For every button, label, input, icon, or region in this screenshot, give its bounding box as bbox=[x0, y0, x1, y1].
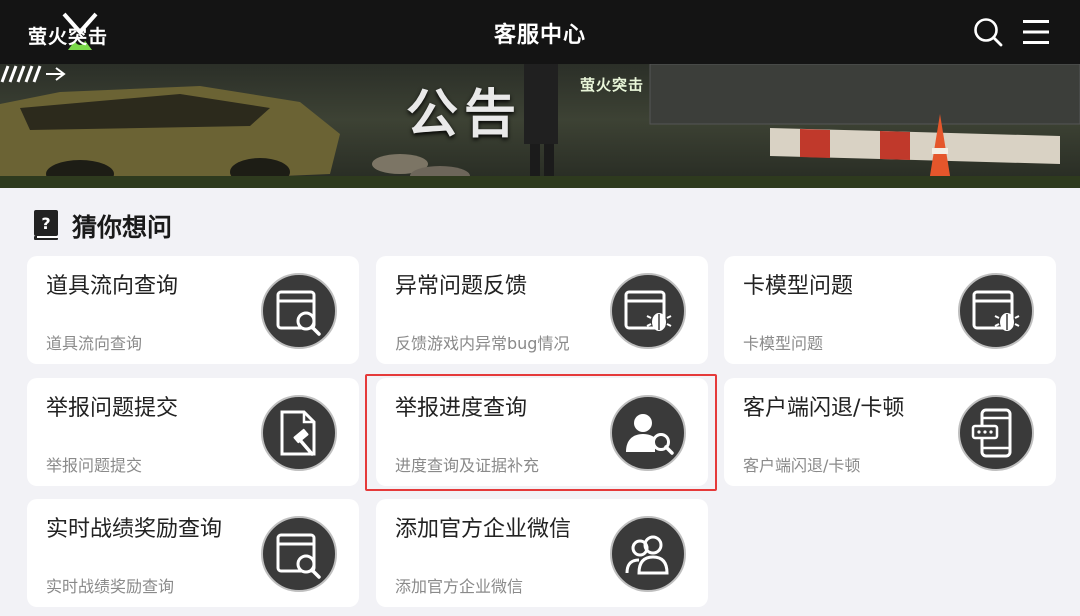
phone-icon bbox=[958, 395, 1034, 471]
user-search-icon bbox=[610, 395, 686, 471]
card-item-client-crash[interactable]: 客户端闪退/卡顿 客户端闪退/卡顿 bbox=[724, 378, 1056, 486]
card-title: 卡模型问题 bbox=[743, 274, 854, 299]
search-icon[interactable] bbox=[972, 16, 1004, 48]
announcement-banner[interactable]: 公告 萤火突击 bbox=[0, 64, 1080, 188]
menu-icon[interactable] bbox=[1021, 18, 1051, 46]
users-icon bbox=[610, 516, 686, 592]
card-desc: 卡模型问题 bbox=[743, 334, 824, 353]
card-item-stuck-model[interactable]: 卡模型问题 卡模型问题 bbox=[724, 256, 1056, 364]
banner-scenery bbox=[0, 64, 1080, 188]
card-title: 实时战绩奖励查询 bbox=[46, 517, 223, 542]
window-bug-icon bbox=[610, 273, 686, 349]
card-desc: 实时战绩奖励查询 bbox=[46, 577, 175, 596]
question-book-icon: ? bbox=[34, 210, 58, 240]
card-item-tracking[interactable]: 道具流向查询 道具流向查询 bbox=[27, 256, 359, 364]
card-desc: 举报问题提交 bbox=[46, 456, 143, 475]
page-title: 客服中心 bbox=[493, 23, 586, 48]
banner-title: 公告 bbox=[406, 85, 523, 145]
window-bug-icon bbox=[958, 273, 1034, 349]
banner-stripes-icon bbox=[0, 65, 66, 83]
card-title: 客户端闪退/卡顿 bbox=[743, 396, 905, 421]
window-search-icon bbox=[261, 273, 337, 349]
section-title: 猜你想问 bbox=[72, 213, 173, 242]
card-title: 道具流向查询 bbox=[46, 274, 179, 299]
card-title: 添加官方企业微信 bbox=[395, 517, 572, 542]
top-bar: 萤火突击 客服中心 bbox=[0, 0, 1080, 64]
card-desc: 道具流向查询 bbox=[46, 334, 143, 353]
card-desc: 反馈游戏内异常bug情况 bbox=[395, 334, 570, 353]
card-item-wechat[interactable]: 添加官方企业微信 添加官方企业微信 bbox=[376, 499, 708, 607]
card-desc: 进度查询及证据补充 bbox=[395, 456, 540, 475]
card-title: 举报问题提交 bbox=[46, 396, 179, 421]
document-gavel-icon bbox=[261, 395, 337, 471]
card-desc: 添加官方企业微信 bbox=[395, 577, 524, 596]
svg-text:?: ? bbox=[41, 214, 50, 233]
card-title: 举报进度查询 bbox=[395, 396, 528, 421]
card-item-report-submit[interactable]: 举报问题提交 举报问题提交 bbox=[27, 378, 359, 486]
card-desc: 客户端闪退/卡顿 bbox=[743, 456, 861, 475]
card-item-bug-report[interactable]: 异常问题反馈 反馈游戏内异常bug情况 bbox=[376, 256, 708, 364]
card-title: 异常问题反馈 bbox=[395, 274, 528, 299]
card-item-report-progress[interactable]: 举报进度查询 进度查询及证据补充 bbox=[376, 378, 708, 486]
window-search-icon bbox=[261, 516, 337, 592]
card-item-battle-rewards[interactable]: 实时战绩奖励查询 实时战绩奖励查询 bbox=[27, 499, 359, 607]
banner-brand: 萤火突击 bbox=[580, 76, 645, 94]
